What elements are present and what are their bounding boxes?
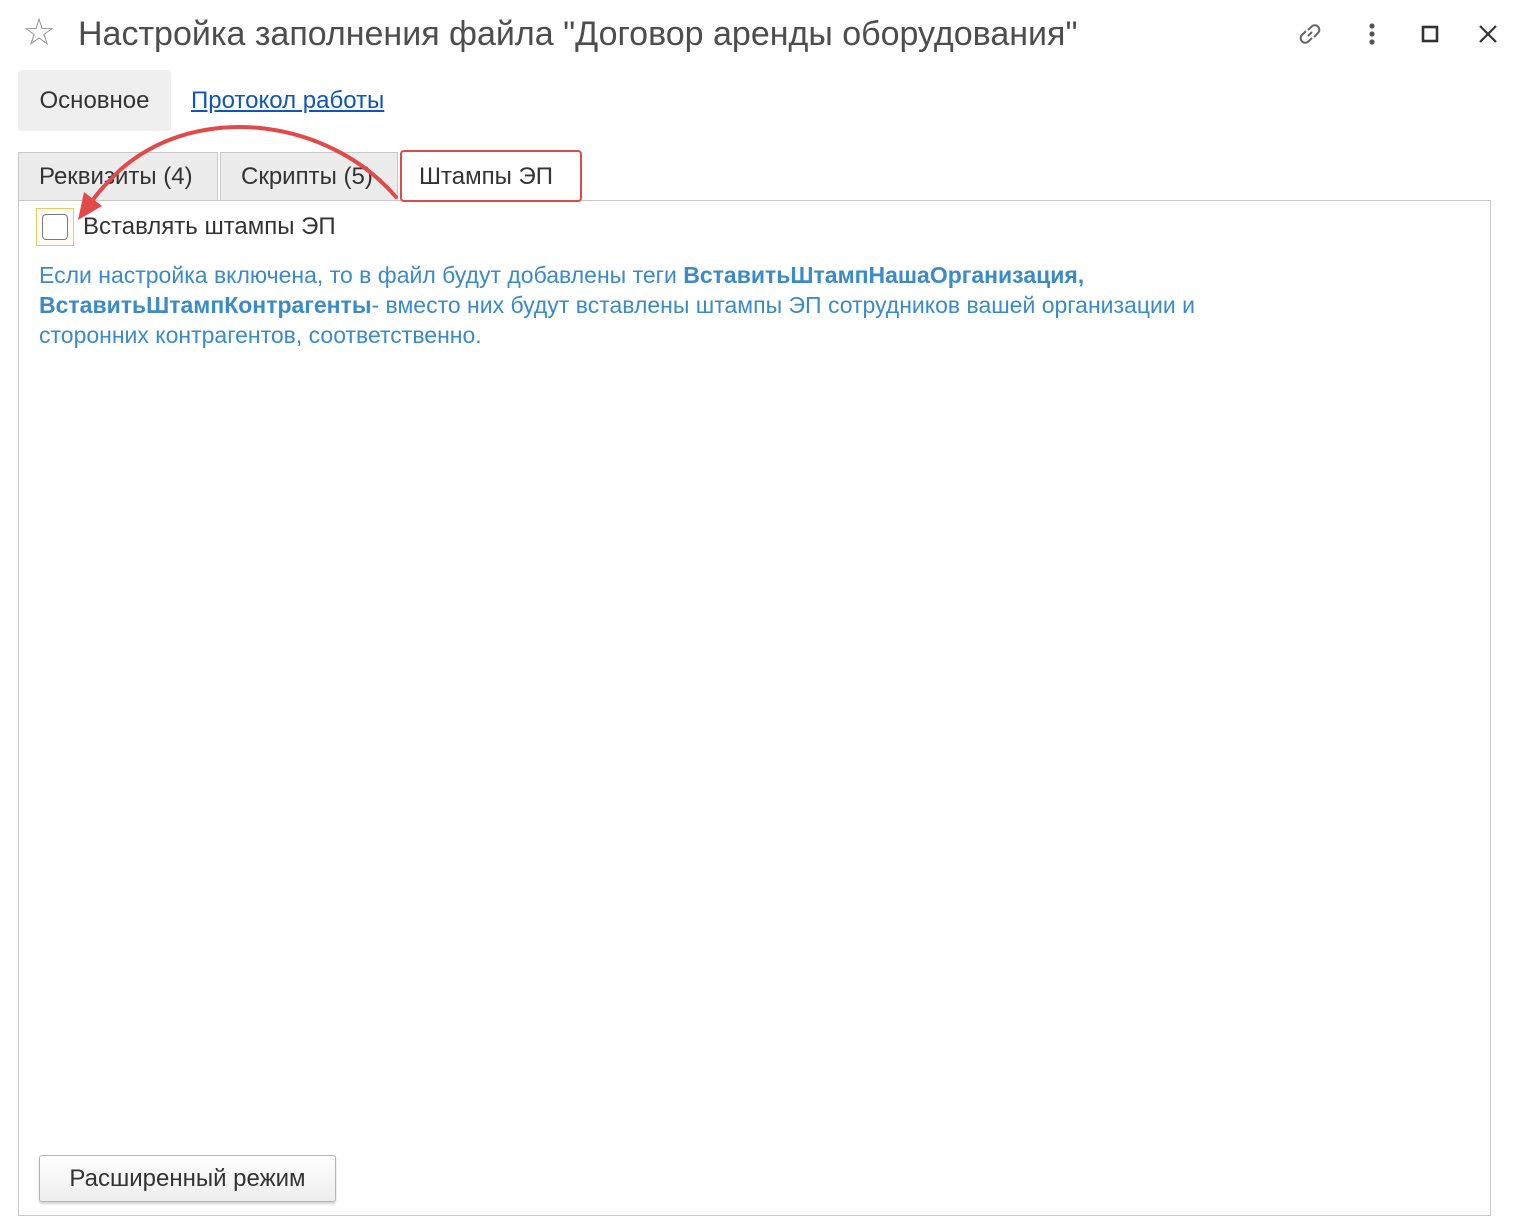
info-tag-counterparties: ВставитьШтампКонтрагенты	[39, 292, 372, 318]
tab-content-panel	[18, 200, 1491, 1216]
settings-window: ☆ Настройка заполнения файла "Договор ар…	[0, 0, 1524, 1227]
info-text: Если настройка включена, то в файл будут…	[39, 260, 1309, 350]
more-vertical-icon[interactable]	[1352, 14, 1392, 54]
info-tag-our-org: ВставитьШтампНашаОрганизация,	[683, 262, 1085, 288]
title-bar: ☆ Настройка заполнения файла "Договор ар…	[0, 0, 1524, 68]
tab-requisites[interactable]: Реквизиты (4)	[18, 152, 218, 200]
tab-signature-stamps[interactable]: Штампы ЭП	[400, 150, 582, 202]
window-title: Настройка заполнения файла "Договор арен…	[78, 15, 1078, 53]
tab-work-log-link[interactable]: Протокол работы	[191, 86, 384, 116]
checkbox-box	[42, 214, 68, 240]
tab-scripts[interactable]: Скрипты (5)	[220, 152, 398, 200]
info-text-part1: Если настройка включена, то в файл будут…	[39, 262, 684, 288]
close-icon[interactable]	[1468, 14, 1508, 54]
link-icon[interactable]	[1290, 14, 1330, 54]
tab-main[interactable]: Основное	[18, 70, 171, 131]
advanced-mode-button[interactable]: Расширенный режим	[39, 1155, 336, 1202]
insert-stamps-checkbox[interactable]	[36, 208, 74, 246]
maximize-icon[interactable]	[1410, 14, 1450, 54]
insert-stamps-label[interactable]: Вставлять штампы ЭП	[83, 212, 336, 242]
star-outline-icon[interactable]: ☆	[22, 12, 62, 52]
